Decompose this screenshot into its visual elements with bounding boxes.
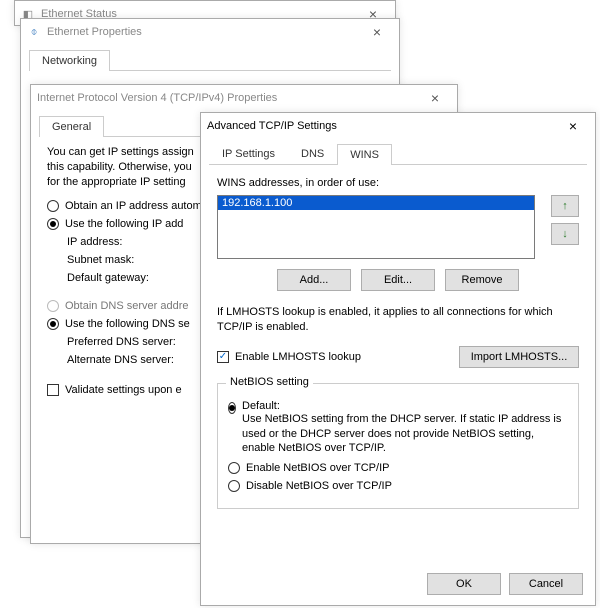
arrow-down-icon: ↓: [562, 228, 568, 240]
window-title: Ethernet Properties: [47, 26, 361, 38]
window-advanced-tcpip: Advanced TCP/IP Settings × IP Settings D…: [200, 112, 596, 606]
tab-bar: Networking: [29, 49, 391, 71]
radio-icon: [228, 480, 240, 492]
radio-netbios-disable[interactable]: Disable NetBIOS over TCP/IP: [228, 480, 568, 492]
radio-icon: [228, 402, 236, 414]
edit-button[interactable]: Edit...: [361, 269, 435, 291]
window-title: Internet Protocol Version 4 (TCP/IPv4) P…: [37, 92, 419, 104]
label-wins-addresses: WINS addresses, in order of use:: [217, 177, 579, 189]
tab-general[interactable]: General: [39, 116, 104, 137]
radio-netbios-enable[interactable]: Enable NetBIOS over TCP/IP: [228, 462, 568, 474]
titlebar: Advanced TCP/IP Settings ×: [201, 113, 595, 139]
checkbox-enable-lmhosts[interactable]: Enable LMHOSTS lookup: [217, 351, 361, 363]
titlebar: ⌽ Ethernet Properties ×: [21, 19, 399, 45]
move-down-button[interactable]: ↓: [551, 223, 579, 245]
radio-netbios-default[interactable]: Default: Use NetBIOS setting from the DH…: [228, 400, 568, 457]
wins-address-list[interactable]: 192.168.1.100: [217, 195, 535, 259]
add-button[interactable]: Add...: [277, 269, 351, 291]
groupbox-netbios: NetBIOS setting Default: Use NetBIOS set…: [217, 383, 579, 510]
close-icon[interactable]: ×: [557, 118, 589, 134]
import-lmhosts-button[interactable]: Import LMHOSTS...: [459, 346, 579, 368]
cancel-button[interactable]: Cancel: [509, 573, 583, 595]
checkbox-icon: [217, 351, 229, 363]
move-up-button[interactable]: ↑: [551, 195, 579, 217]
radio-icon: [47, 300, 59, 312]
tab-ip-settings[interactable]: IP Settings: [209, 143, 288, 164]
tab-bar: IP Settings DNS WINS: [209, 143, 587, 165]
groupbox-legend: NetBIOS setting: [226, 376, 313, 388]
lmhosts-note: If LMHOSTS lookup is enabled, it applies…: [217, 305, 579, 335]
titlebar: Internet Protocol Version 4 (TCP/IPv4) P…: [31, 85, 457, 111]
dialog-body: WINS addresses, in order of use: 192.168…: [201, 165, 595, 525]
ok-button[interactable]: OK: [427, 573, 501, 595]
checkbox-icon: [47, 384, 59, 396]
radio-icon: [228, 462, 240, 474]
tab-dns[interactable]: DNS: [288, 143, 337, 164]
remove-button[interactable]: Remove: [445, 269, 519, 291]
radio-description: Use NetBIOS setting from the DHCP server…: [242, 412, 568, 457]
tab-networking[interactable]: Networking: [29, 50, 110, 71]
tab-wins[interactable]: WINS: [337, 144, 392, 165]
close-icon[interactable]: ×: [419, 90, 451, 106]
radio-icon: [47, 318, 59, 330]
radio-icon: [47, 200, 59, 212]
arrow-up-icon: ↑: [562, 200, 568, 212]
window-title: Advanced TCP/IP Settings: [207, 120, 557, 132]
radio-label: Default:: [242, 400, 568, 412]
close-icon[interactable]: ×: [361, 24, 393, 40]
wins-address-entry[interactable]: 192.168.1.100: [218, 196, 534, 210]
radio-icon: [47, 218, 59, 230]
adapter-icon: ⌽: [27, 25, 41, 39]
